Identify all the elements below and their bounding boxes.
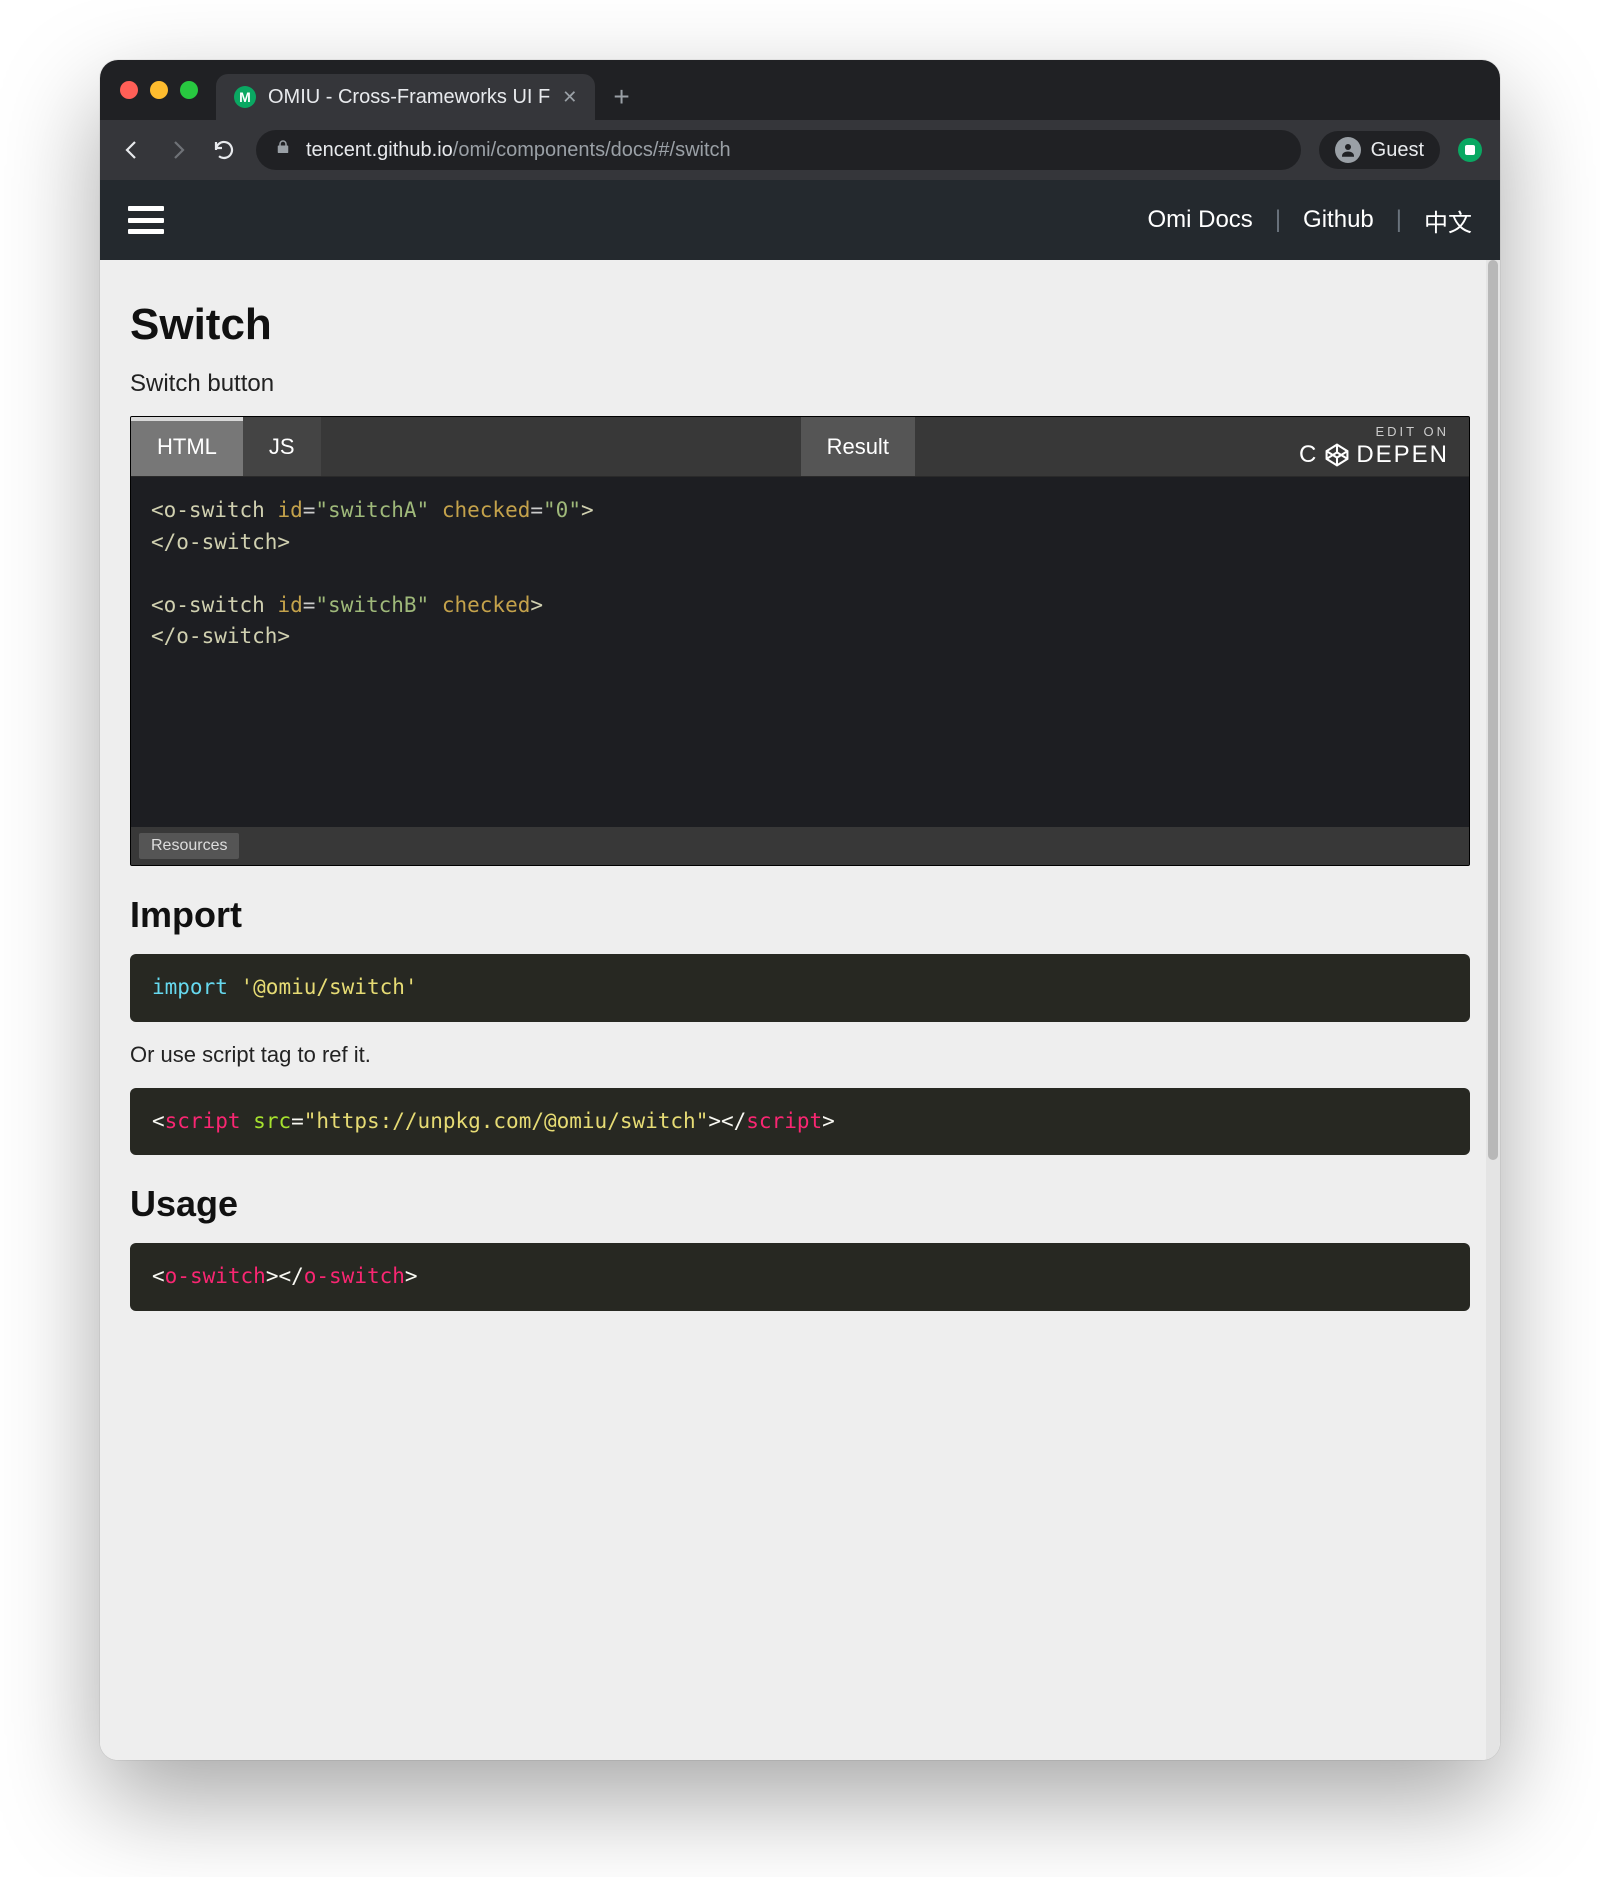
header-nav: Omi Docs | Github | 中文 — [1147, 203, 1472, 238]
section-heading-import: Import — [130, 894, 1470, 936]
window-controls — [114, 60, 216, 120]
codepen-cube-icon — [1324, 442, 1350, 468]
address-bar[interactable]: tencent.github.io/omi/components/docs/#/… — [256, 130, 1301, 170]
forward-button[interactable] — [164, 138, 192, 162]
code-script-tag[interactable]: <script src="https://unpkg.com/@omiu/swi… — [130, 1088, 1470, 1156]
tab-title: OMIU - Cross-Frameworks UI F — [268, 86, 550, 109]
tab-close-icon[interactable]: ✕ — [562, 87, 577, 108]
browser-toolbar: tencent.github.io/omi/components/docs/#/… — [100, 120, 1500, 180]
extension-button[interactable] — [1458, 138, 1482, 162]
nav-link-chinese[interactable]: 中文 — [1424, 203, 1472, 238]
lock-icon — [274, 138, 292, 162]
codepen-tab-result[interactable]: Result — [801, 417, 915, 476]
codepen-embed: HTML JS Result EDIT ON C DEPEN — [130, 416, 1470, 866]
scrollbar[interactable] — [1486, 260, 1500, 1760]
codepen-tab-html[interactable]: HTML — [131, 417, 243, 476]
codepen-edit-link[interactable]: EDIT ON C DEPEN — [1279, 417, 1469, 476]
nav-separator: | — [1396, 206, 1402, 234]
codepen-edit-on-label: EDIT ON — [1376, 424, 1450, 439]
import-note: Or use script tag to ref it. — [130, 1042, 1470, 1068]
profile-button[interactable]: Guest — [1319, 131, 1440, 169]
tab-favicon: M — [234, 86, 256, 108]
menu-icon[interactable] — [128, 206, 164, 234]
browser-window: M OMIU - Cross-Frameworks UI F ✕ + — [100, 60, 1500, 1760]
browser-tab-active[interactable]: M OMIU - Cross-Frameworks UI F ✕ — [216, 74, 595, 120]
nav-separator: | — [1275, 206, 1281, 234]
nav-link-github[interactable]: Github — [1303, 206, 1374, 234]
section-heading-usage: Usage — [130, 1183, 1470, 1225]
codepen-toolbar: HTML JS Result EDIT ON C DEPEN — [131, 417, 1469, 477]
close-window-button[interactable] — [120, 81, 138, 99]
codepen-resources-button[interactable]: Resources — [139, 833, 239, 859]
browser-tabbar: M OMIU - Cross-Frameworks UI F ✕ + — [100, 60, 1500, 120]
profile-label: Guest — [1371, 139, 1424, 162]
minimize-window-button[interactable] — [150, 81, 168, 99]
page-title: Switch — [130, 300, 1470, 350]
nav-link-omi-docs[interactable]: Omi Docs — [1147, 206, 1252, 234]
back-button[interactable] — [118, 138, 146, 162]
codepen-tab-js[interactable]: JS — [243, 417, 321, 476]
reload-button[interactable] — [210, 138, 238, 162]
maximize-window-button[interactable] — [180, 81, 198, 99]
codepen-code[interactable]: <o-switch id="switchA" checked="0"> </o-… — [131, 477, 1469, 827]
new-tab-button[interactable]: + — [595, 74, 647, 120]
code-usage[interactable]: <o-switch></o-switch> — [130, 1243, 1470, 1311]
codepen-logo: C DEPEN — [1299, 441, 1449, 469]
codepen-footer: Resources — [131, 827, 1469, 865]
site-header: Omi Docs | Github | 中文 — [100, 180, 1500, 260]
code-import[interactable]: import '@omiu/switch' — [130, 954, 1470, 1022]
url-text: tencent.github.io/omi/components/docs/#/… — [306, 139, 731, 162]
page-content: Switch Switch button HTML JS Result EDIT… — [100, 260, 1500, 1760]
avatar-icon — [1335, 137, 1361, 163]
page-subtitle: Switch button — [130, 370, 1470, 398]
scrollbar-thumb[interactable] — [1488, 260, 1498, 1160]
